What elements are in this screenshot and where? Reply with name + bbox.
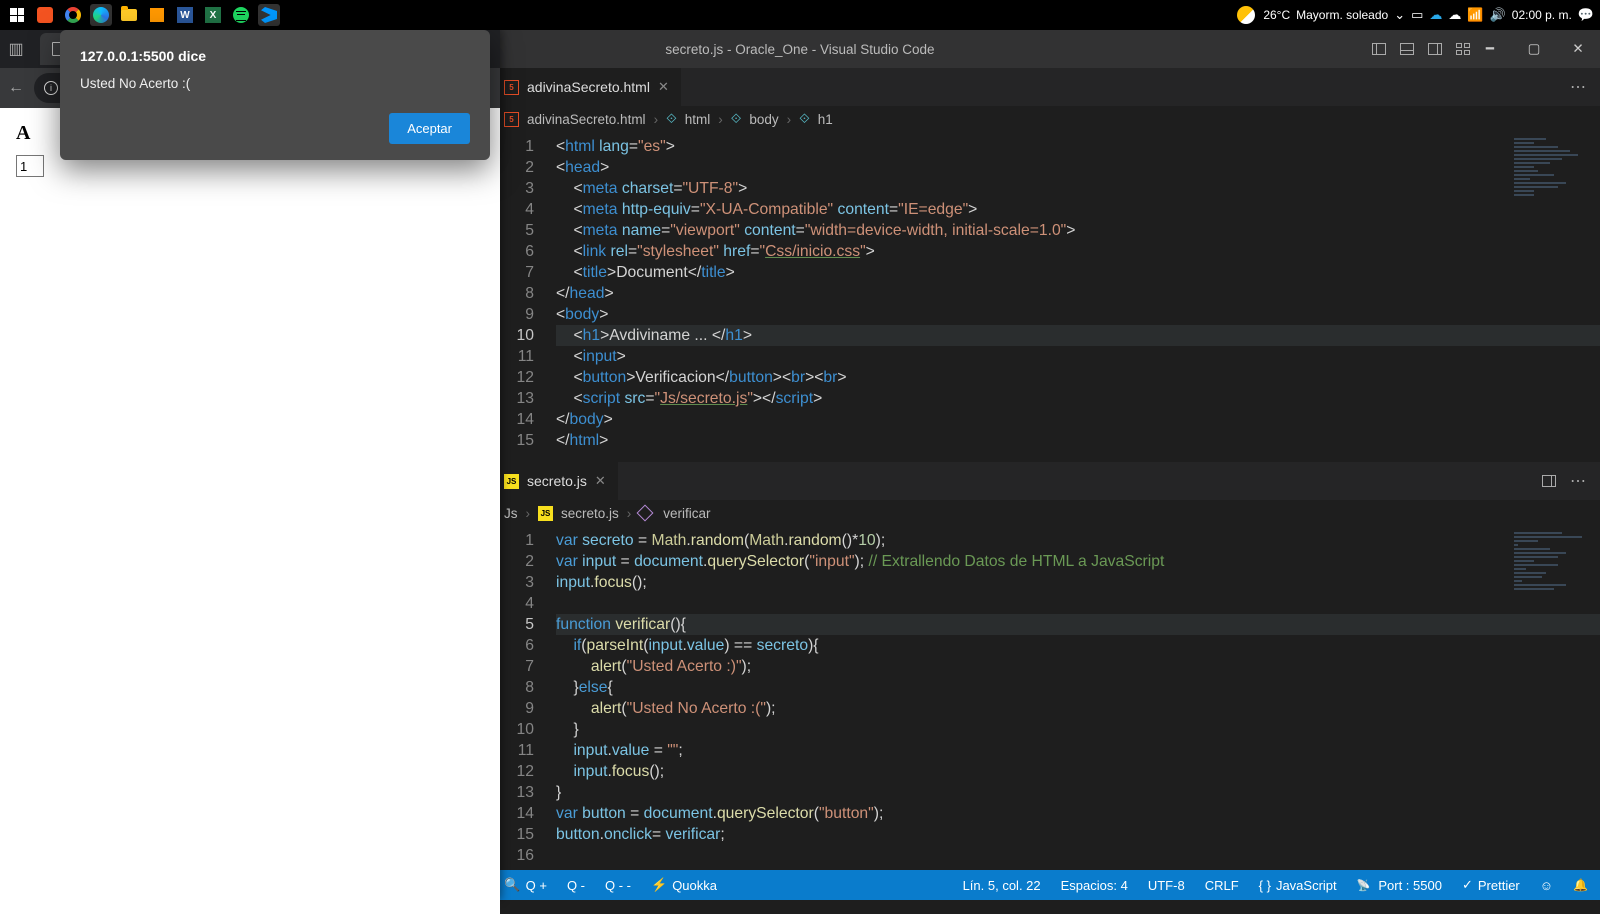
eol-status[interactable]: CRLF [1205,878,1239,893]
breadcrumb-html[interactable]: html [685,112,711,127]
js-file-icon: JS [504,474,519,489]
breadcrumb-file[interactable]: adivinaSecreto.html [527,112,646,127]
alert-message: Usted No Acerto :( [80,76,470,91]
prettier-status[interactable]: Prettier [1462,877,1520,893]
lower-minimap[interactable] [1514,530,1594,600]
excel-icon[interactable]: X [202,4,224,26]
tray-battery-icon[interactable]: ▭ [1411,7,1423,23]
breadcrumb-symbol[interactable]: verificar [663,506,710,521]
toggle-sidebar-icon[interactable] [1372,43,1386,55]
language-status[interactable]: { } JavaScript [1259,878,1337,893]
quokka-minus[interactable]: Q - [567,878,585,893]
tab-adivinasecreto-html[interactable]: 5 adivinaSecreto.html ✕ [492,68,682,106]
editor-area: 5 adivinaSecreto.html ✕ ⋯ 5 adivinaSecre… [492,68,1600,870]
back-button[interactable]: ← [8,79,24,97]
lower-gutter: 12345678910111213141516 [492,526,548,870]
quokka-dash[interactable]: Q - - [605,878,631,893]
tray-volume-icon[interactable]: 🔊 [1490,7,1506,23]
tray-notifications-icon[interactable]: 💬 [1578,7,1594,23]
breadcrumb-body[interactable]: body [749,112,778,127]
vscode-icon[interactable] [258,4,280,26]
spotify-icon[interactable] [230,4,252,26]
weather-temp: 26°C [1263,8,1290,22]
lower-code-pane[interactable]: 12345678910111213141516 var secreto = Ma… [492,526,1600,870]
alert-ok-button[interactable]: Aceptar [389,113,470,144]
tab-close-icon[interactable]: ✕ [595,473,606,489]
browser-window: ▥ Document ✕ ＋ ━ ▢ ✕ ← i 127.0.0.1:5500/… [0,30,500,900]
html-file-icon: 5 [504,112,519,127]
sublime-icon[interactable] [146,4,168,26]
tray-clock[interactable]: 02:00 p. m. [1512,8,1572,22]
encoding-status[interactable]: UTF-8 [1148,878,1185,893]
tray-onedrive-icon[interactable]: ☁ [1429,7,1442,23]
tab-actions-icon[interactable]: ⋯ [1570,77,1586,97]
split-editor-icon[interactable] [1542,475,1556,487]
tab-secreto-js[interactable]: JS secreto.js ✕ [492,462,619,500]
edge-icon[interactable] [90,4,112,26]
tray-cloud-icon[interactable]: ☁ [1448,7,1461,23]
start-menu-icon[interactable] [6,4,28,26]
tab-label: adivinaSecreto.html [527,79,650,95]
js-file-icon: JS [538,506,553,521]
lower-tabs: JS secreto.js ✕ ⋯ [492,462,1600,500]
windows-taskbar: W X 26°C Mayorm. soleado ⌄ ▭ ☁ ☁ 📶 🔊 02:… [0,0,1600,30]
site-info-icon[interactable]: i [44,81,58,95]
weather-icon[interactable] [1235,4,1257,26]
word-icon[interactable]: W [174,4,196,26]
html-file-icon: 5 [504,80,519,95]
browser-viewport: A [0,122,500,914]
tray-chevron-icon[interactable]: ⌄ [1394,7,1405,23]
layout-controls [1372,43,1470,55]
tray-wifi-icon[interactable]: 📶 [1467,7,1483,23]
chrome-icon[interactable] [62,4,84,26]
brave-icon[interactable] [34,4,56,26]
upper-tabs: 5 adivinaSecreto.html ✕ ⋯ [492,68,1600,106]
lower-breadcrumb[interactable]: Js › JS secreto.js › verificar [492,500,1600,526]
maximize-button[interactable]: ▢ [1512,30,1556,68]
live-server-port[interactable]: Port : 5500 [1357,878,1442,893]
upper-code[interactable]: <html lang="es"> <head> <meta charset="U… [548,132,1600,459]
weather-desc: Mayorm. soleado [1296,8,1388,22]
cursor-position[interactable]: Lín. 5, col. 22 [963,878,1041,893]
tab-label: secreto.js [527,473,587,489]
function-symbol-icon [637,505,654,522]
minimize-button[interactable]: ━ [1468,30,1512,68]
lower-code[interactable]: var secreto = Math.random(Math.random()*… [548,526,1600,853]
tab-close-icon[interactable]: ✕ [658,79,669,95]
guess-input[interactable] [16,155,44,177]
notifications-icon[interactable] [1573,878,1588,892]
tab-actions-icon[interactable]: ▥ [0,39,32,59]
upper-breadcrumb[interactable]: 5 adivinaSecreto.html › ⟐html › ⟐body › … [492,106,1600,132]
file-explorer-icon[interactable] [118,4,140,26]
quokka-plus[interactable]: 🔍 Q + [504,877,547,893]
breadcrumb-h1[interactable]: h1 [818,112,833,127]
indent-status[interactable]: Espacios: 4 [1061,878,1128,893]
tab-actions-icon[interactable]: ⋯ [1570,471,1586,491]
toggle-secondary-icon[interactable] [1428,43,1442,55]
status-bar: ⚡ 0 🔍 Q + Q - Q - - ⚡ Quokka Lín. 5, col… [444,870,1600,900]
upper-code-pane[interactable]: 123456789101112131415 <html lang="es"> <… [492,132,1600,462]
alert-origin: 127.0.0.1:5500 dice [80,48,470,64]
upper-gutter: 123456789101112131415 [492,132,548,462]
quokka-status[interactable]: ⚡ Quokka [651,877,717,893]
upper-minimap[interactable] [1514,136,1594,206]
feedback-icon[interactable]: ☺ [1540,878,1553,893]
breadcrumb-folder[interactable]: Js [504,506,518,521]
js-alert-dialog: 127.0.0.1:5500 dice Usted No Acerto :( A… [60,30,490,160]
close-button[interactable]: ✕ [1556,30,1600,68]
breadcrumb-file[interactable]: secreto.js [561,506,619,521]
toggle-panel-icon[interactable] [1400,43,1414,55]
